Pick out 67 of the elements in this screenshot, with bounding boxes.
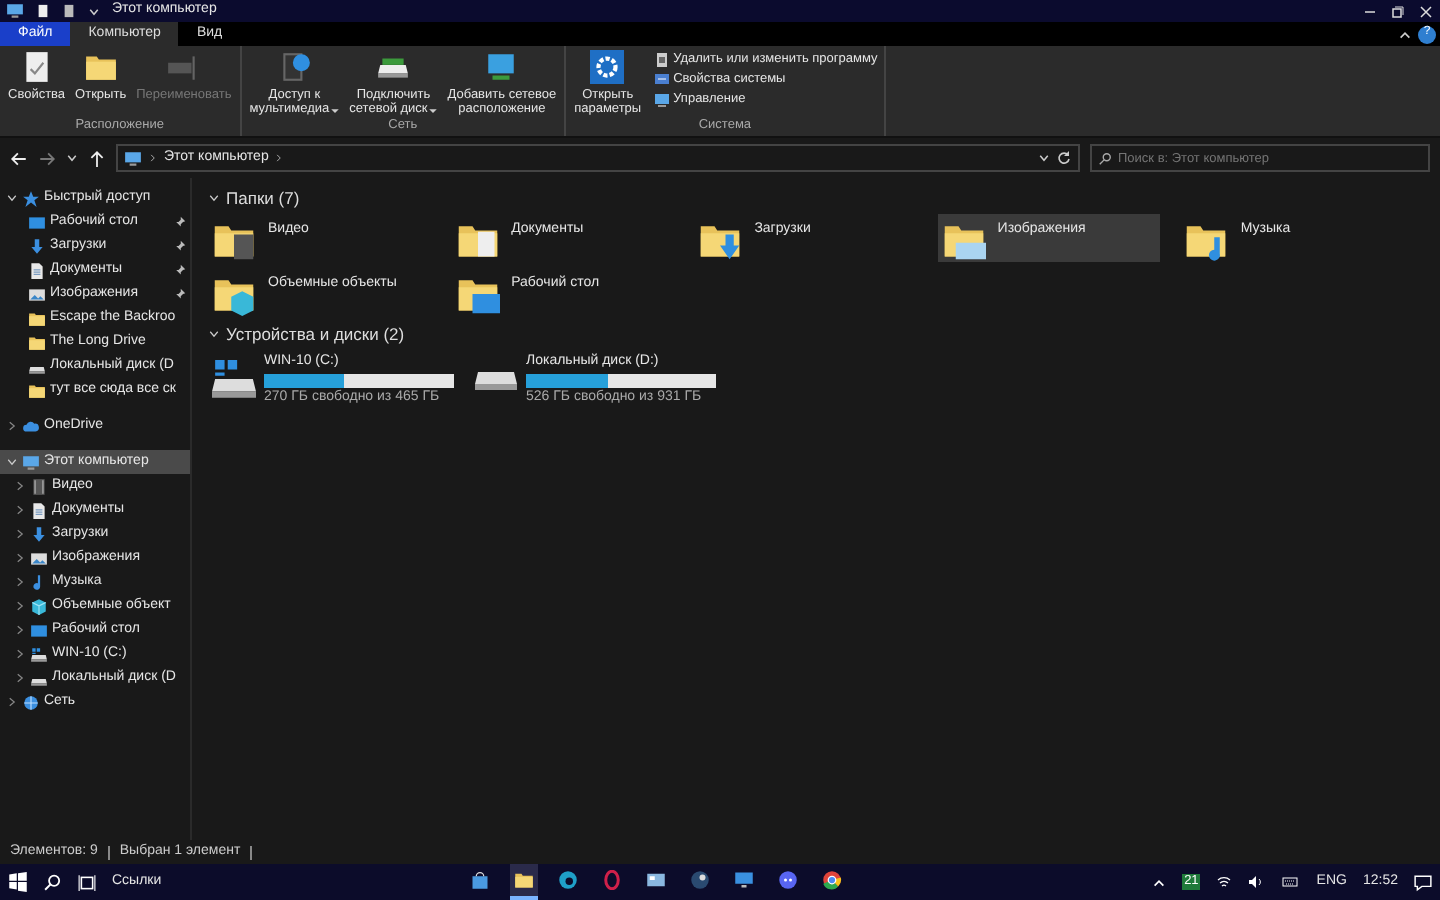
collapse-icon [6,456,18,468]
collapse-icon[interactable] [208,192,220,205]
collapse-icon [6,192,18,204]
drive-icon [30,645,48,663]
collapse-icon[interactable] [208,328,220,341]
network-icon [22,693,40,711]
card-icon [646,870,667,890]
management-icon [653,92,670,108]
network-location-icon [484,50,519,84]
chevron-icon [148,152,158,164]
folder-icon [28,333,46,351]
document-icon [30,501,48,519]
forward-arrow-icon[interactable] [38,149,56,167]
caret-icon [1038,152,1050,164]
search-icon[interactable] [44,873,62,891]
cube-icon [30,597,48,615]
caret-icon [329,105,340,116]
film-icon [30,477,48,495]
computer-icon [6,2,24,20]
task-view-icon[interactable] [78,873,96,891]
desktop-icon [30,621,48,639]
browser-icon [558,870,579,890]
system-properties-icon [653,72,670,88]
picture-icon [28,285,46,303]
folder-icon [28,309,46,327]
chevron-up-icon[interactable] [1152,875,1167,889]
uninstall-icon [653,52,670,68]
download-arrow-icon [28,237,46,255]
caret-icon [427,105,438,116]
back-arrow-icon[interactable] [10,149,28,167]
refresh-icon [1056,150,1072,166]
keyboard-icon[interactable] [1280,874,1301,890]
computer-icon [22,453,40,471]
quick-access-star-icon [22,189,40,207]
settings-icon [590,50,625,84]
windows-logo-icon[interactable] [8,872,28,892]
folder-icon [514,870,535,890]
download-arrow-icon [30,525,48,543]
folder-icon [83,50,118,84]
close-icon[interactable] [1418,3,1434,19]
rename-icon [166,50,201,84]
restore-icon[interactable] [1390,3,1406,19]
taskbar-app[interactable] [510,864,539,900]
collapse-ribbon-icon[interactable] [1398,27,1412,41]
chat-icon [778,870,799,890]
computer-icon [124,149,142,167]
monitor-icon [734,870,755,890]
search-icon [1098,151,1112,165]
notification-icon[interactable] [1414,873,1432,891]
drive-icon [212,360,256,401]
wifi-icon[interactable] [1216,874,1233,890]
caret-icon[interactable] [88,5,100,17]
expand-icon [6,420,18,432]
cloud-icon [22,417,40,435]
ring-icon [602,870,623,890]
document-icon [28,261,46,279]
drive-icon [474,371,518,390]
shopping-bag-icon [470,870,491,890]
up-arrow-icon[interactable] [88,149,106,167]
caret-icon[interactable] [66,152,78,164]
picture-icon [30,549,48,567]
volume-icon[interactable] [1248,874,1265,890]
chevron-icon [274,152,285,164]
desktop-icon [28,213,46,231]
section-header[interactable]: Устройства и диски (2) [226,324,405,345]
section-header[interactable]: Папки (7) [226,188,300,209]
folder-icon [28,381,46,399]
